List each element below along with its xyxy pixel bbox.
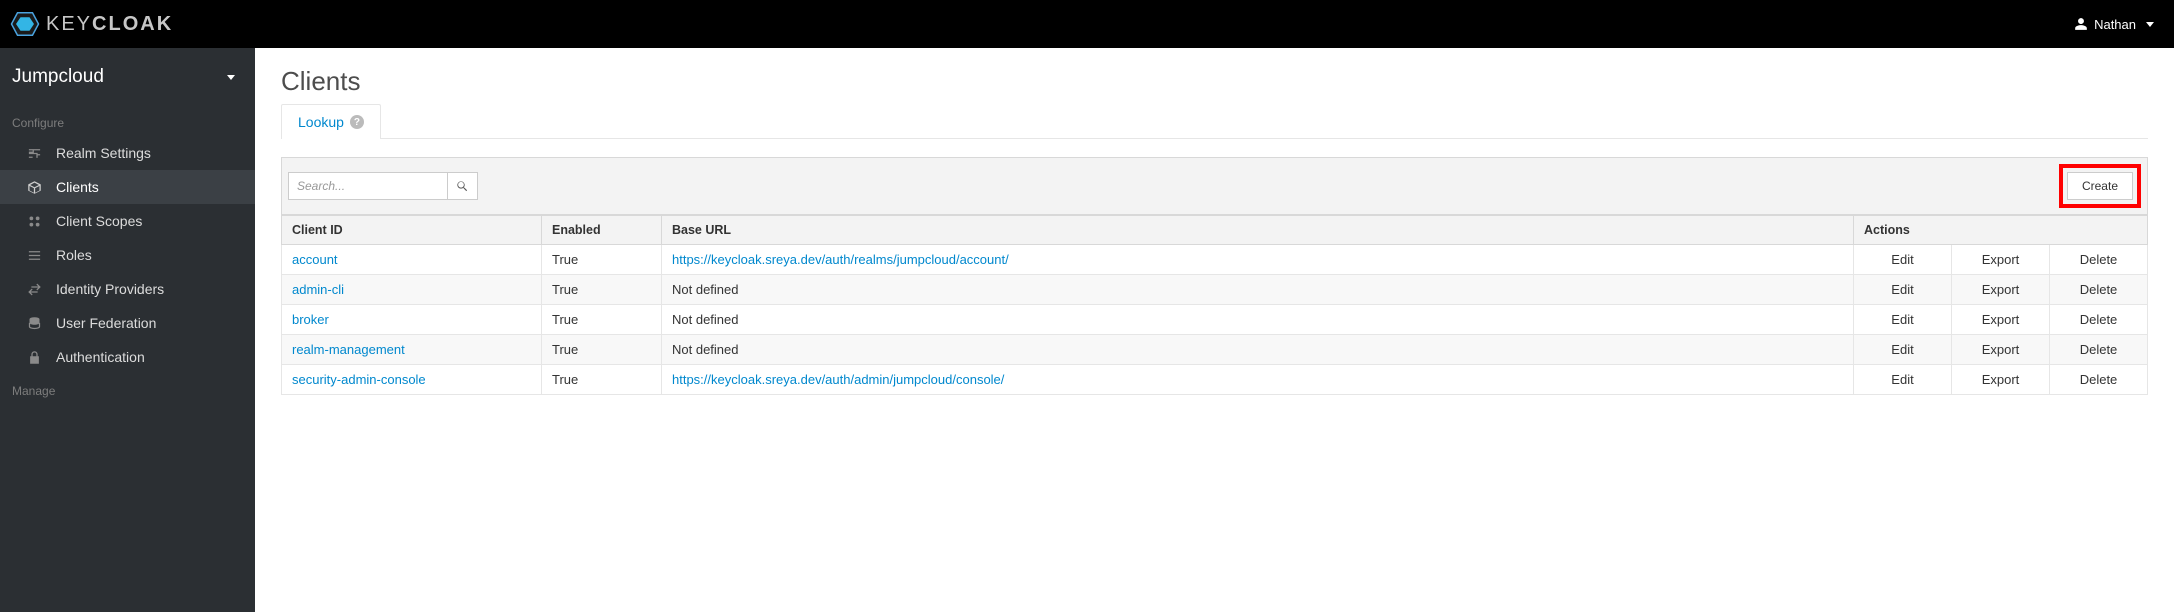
sidebar-section-label: Configure <box>0 106 255 136</box>
sidebar-item-roles[interactable]: Roles <box>0 238 255 272</box>
table-row: admin-cli TrueNot definedEditExportDelete <box>282 275 2148 305</box>
export-button[interactable]: Export <box>1952 365 2050 395</box>
sidebar-item-label: Clients <box>56 179 99 195</box>
base-url-cell: https://keycloak.sreya.dev/auth/realms/j… <box>662 245 1854 275</box>
chevron-down-icon <box>2146 22 2154 27</box>
table-row: broker TrueNot definedEditExportDelete <box>282 305 2148 335</box>
database-icon <box>26 315 42 331</box>
sidebar-item-authentication[interactable]: Authentication <box>0 340 255 374</box>
sidebar-item-label: Client Scopes <box>56 213 142 229</box>
enabled-cell: True <box>542 245 662 275</box>
user-icon <box>2074 17 2088 31</box>
edit-button[interactable]: Edit <box>1854 365 1952 395</box>
exchange-icon <box>26 281 42 297</box>
edit-button[interactable]: Edit <box>1854 245 1952 275</box>
export-button[interactable]: Export <box>1952 305 2050 335</box>
delete-button[interactable]: Delete <box>2050 305 2148 335</box>
export-button[interactable]: Export <box>1952 245 2050 275</box>
tab-lookup[interactable]: Lookup ? <box>281 104 381 139</box>
client-id-link[interactable]: security-admin-console <box>292 372 426 387</box>
user-name: Nathan <box>2094 17 2136 32</box>
scopes-icon <box>26 213 42 229</box>
sidebar: Jumpcloud Configure Realm Settings Clients… <box>0 48 255 612</box>
sliders-icon <box>26 145 42 161</box>
enabled-cell: True <box>542 365 662 395</box>
cube-icon <box>26 179 42 195</box>
edit-button[interactable]: Edit <box>1854 335 1952 365</box>
realm-selector[interactable]: Jumpcloud <box>0 48 255 106</box>
sidebar-item-label: Identity Providers <box>56 281 164 297</box>
create-button[interactable]: Create <box>2067 172 2133 200</box>
base-url-cell: https://keycloak.sreya.dev/auth/admin/ju… <box>662 365 1854 395</box>
client-id-link[interactable]: admin-cli <box>292 282 344 297</box>
export-button[interactable]: Export <box>1952 275 2050 305</box>
delete-button[interactable]: Delete <box>2050 245 2148 275</box>
client-id-link[interactable]: account <box>292 252 338 267</box>
client-id-link[interactable]: broker <box>292 312 329 327</box>
col-enabled[interactable]: Enabled <box>542 216 662 245</box>
sidebar-item-label: Roles <box>56 247 92 263</box>
sidebar-item-clients[interactable]: Clients <box>0 170 255 204</box>
keycloak-logo-icon <box>10 9 40 39</box>
client-id-link[interactable]: realm-management <box>292 342 405 357</box>
help-icon[interactable]: ? <box>350 115 364 129</box>
table-row: security-admin-console True https://keyclo… <box>282 365 2148 395</box>
base-url-cell: Not defined <box>662 305 1854 335</box>
sidebar-item-client-scopes[interactable]: Client Scopes <box>0 204 255 238</box>
base-url-cell: Not defined <box>662 335 1854 365</box>
sidebar-item-user-federation[interactable]: User Federation <box>0 306 255 340</box>
tabs: Lookup ? <box>281 103 2148 139</box>
sidebar-section-label: Manage <box>0 374 255 404</box>
enabled-cell: True <box>542 275 662 305</box>
top-bar: KEYCLOAK Nathan <box>0 0 2174 48</box>
sidebar-item-label: Realm Settings <box>56 145 151 161</box>
content-area: Clients Lookup ? Create Client ID <box>255 48 2174 612</box>
page-title: Clients <box>281 66 2148 97</box>
chevron-down-icon <box>227 75 235 80</box>
clients-table: Client ID Enabled Base URL Actions accou… <box>281 215 2148 395</box>
search-icon <box>456 180 469 193</box>
sidebar-item-label: User Federation <box>56 315 156 331</box>
base-url-link[interactable]: https://keycloak.sreya.dev/auth/realms/j… <box>672 252 1009 267</box>
toolbar: Create <box>281 157 2148 215</box>
col-actions: Actions <box>1854 216 2148 245</box>
create-highlight: Create <box>2059 164 2141 208</box>
table-row: account True https://keycloak.sreya.dev/au… <box>282 245 2148 275</box>
sidebar-item-identity-providers[interactable]: Identity Providers <box>0 272 255 306</box>
edit-button[interactable]: Edit <box>1854 305 1952 335</box>
base-url-link[interactable]: https://keycloak.sreya.dev/auth/admin/ju… <box>672 372 1004 387</box>
table-row: realm-management TrueNot definedEditExpor… <box>282 335 2148 365</box>
search-group <box>288 172 478 200</box>
realm-name: Jumpcloud <box>12 66 104 88</box>
sidebar-item-label: Authentication <box>56 349 145 365</box>
list-icon <box>26 247 42 263</box>
sidebar-item-realm-settings[interactable]: Realm Settings <box>0 136 255 170</box>
delete-button[interactable]: Delete <box>2050 335 2148 365</box>
delete-button[interactable]: Delete <box>2050 365 2148 395</box>
brand[interactable]: KEYCLOAK <box>10 9 173 39</box>
tab-label: Lookup <box>298 114 344 130</box>
enabled-cell: True <box>542 335 662 365</box>
user-menu[interactable]: Nathan <box>2074 17 2154 32</box>
enabled-cell: True <box>542 305 662 335</box>
base-url-cell: Not defined <box>662 275 1854 305</box>
search-button[interactable] <box>448 172 478 200</box>
brand-text: KEYCLOAK <box>46 13 173 36</box>
export-button[interactable]: Export <box>1952 335 2050 365</box>
edit-button[interactable]: Edit <box>1854 275 1952 305</box>
delete-button[interactable]: Delete <box>2050 275 2148 305</box>
lock-icon <box>26 349 42 365</box>
col-client-id[interactable]: Client ID <box>282 216 542 245</box>
search-input[interactable] <box>288 172 448 200</box>
col-base-url[interactable]: Base URL <box>662 216 1854 245</box>
